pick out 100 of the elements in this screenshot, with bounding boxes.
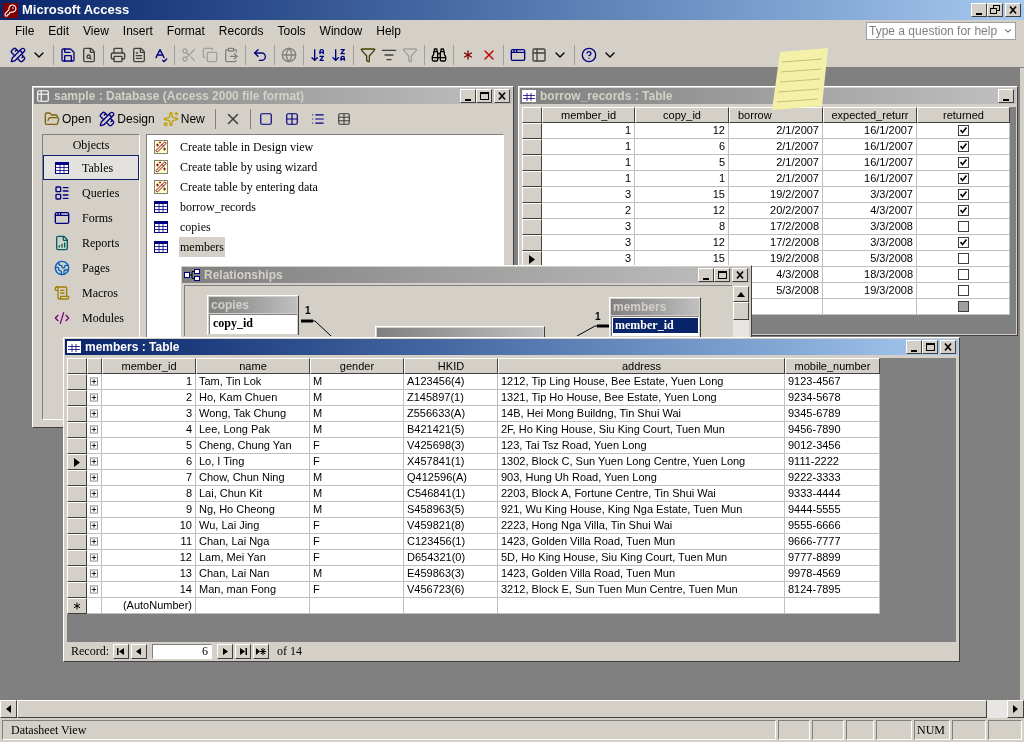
table-cell: B421421(5) <box>404 422 498 438</box>
object-type-item[interactable]: Tables <box>43 155 139 180</box>
table-cell: 9444-5555 <box>785 502 880 518</box>
join-label: 1 <box>305 305 311 317</box>
table-cell: Q412596(A) <box>404 470 498 486</box>
column-header[interactable]: name <box>196 358 310 374</box>
column-header[interactable]: HKID <box>404 358 498 374</box>
help-search-field[interactable]: Type a question for help <box>866 22 1016 40</box>
column-header[interactable]: address <box>498 358 785 374</box>
table-cell: 12 <box>635 235 729 251</box>
menu-item[interactable]: Edit <box>41 22 77 40</box>
table-cell: 1 <box>542 139 635 155</box>
menu-item[interactable]: Window <box>312 22 370 40</box>
table-cell: 1 <box>542 171 635 187</box>
toolbar-button[interactable]: Open <box>42 110 94 128</box>
menu-item[interactable]: Insert <box>115 22 160 40</box>
table-cell: 5/3/2008 <box>823 251 917 267</box>
list-item[interactable]: Create table by using wizard <box>179 157 319 177</box>
object-type-item[interactable]: Macros <box>43 280 139 305</box>
table-box[interactable]: copies copy_id <box>207 295 299 335</box>
table-cell: Wu, Lai Jing <box>196 518 310 534</box>
column-header[interactable]: gender <box>310 358 404 374</box>
toolbar-button[interactable]: New <box>160 110 207 128</box>
table-cell: 8124-7895 <box>785 582 880 598</box>
object-type-item[interactable]: Pages <box>43 255 139 280</box>
table-cell: Z145897(1) <box>404 390 498 406</box>
record-number-field[interactable]: 6 <box>152 643 212 659</box>
table-cell: 5 <box>102 438 196 454</box>
table-cell: X457841(1) <box>404 454 498 470</box>
table-cell: M <box>310 566 404 582</box>
table-cell: 16/1/2007 <box>823 155 917 171</box>
list-item[interactable]: copies <box>179 217 212 237</box>
table-cell: Lam, Mei Yan <box>196 550 310 566</box>
table-cell: M <box>310 390 404 406</box>
status-indicator: NUM <box>914 720 950 740</box>
table-cell: 20/2/2007 <box>729 203 823 219</box>
window-title: borrow_records : Table <box>540 88 673 104</box>
menu-item[interactable]: Records <box>211 22 271 40</box>
table-cell: M <box>310 422 404 438</box>
column-header[interactable]: expected_returr <box>823 107 917 123</box>
menu-item[interactable]: File <box>8 22 42 40</box>
column-header[interactable]: borrow <box>729 107 823 123</box>
table-cell: 2 <box>102 390 196 406</box>
column-header[interactable]: member_id <box>102 358 196 374</box>
list-item[interactable]: members <box>179 237 225 257</box>
menu-item[interactable]: View <box>76 22 116 40</box>
table-cell: 123, Tai Tsz Road, Yuen Long <box>498 438 785 454</box>
table-cell: 9111-2222 <box>785 454 880 470</box>
toolbar-button[interactable]: Design <box>97 110 157 128</box>
table-cell: 12 <box>635 123 729 139</box>
object-type-item[interactable]: Forms <box>43 205 139 230</box>
table-cell: Chow, Chun Ning <box>196 470 310 486</box>
table-cell: 1 <box>635 171 729 187</box>
list-item[interactable]: Create table by entering data <box>179 177 319 197</box>
table-cell: Lo, I Ting <box>196 454 310 470</box>
join-label: 1 <box>595 311 601 323</box>
column-header[interactable]: member_id <box>542 107 635 123</box>
table-cell: F <box>310 582 404 598</box>
table-cell: 5 <box>635 155 729 171</box>
table-cell: Lai, Chun Kit <box>196 486 310 502</box>
table-cell: 5D, Ho King House, Siu King Court, Tuen Mun <box>498 550 785 566</box>
table-cell: V425698(3) <box>404 438 498 454</box>
table-cell: Lee, Long Pak <box>196 422 310 438</box>
table-cell: 3/3/2007 <box>823 187 917 203</box>
menu-item[interactable]: Format <box>159 22 212 40</box>
table-cell: M <box>310 502 404 518</box>
table-cell: 1 <box>542 155 635 171</box>
table-cell: M <box>310 486 404 502</box>
table-cell: 3 <box>542 235 635 251</box>
table-cell: 1423, Golden Villa Road, Tuen Mun <box>498 566 785 582</box>
menu-item[interactable]: Tools <box>270 22 313 40</box>
table-box[interactable]: members member_id <box>609 297 701 337</box>
table-cell: F <box>310 534 404 550</box>
table-cell: E459863(3) <box>404 566 498 582</box>
column-header[interactable]: copy_id <box>635 107 729 123</box>
table-cell: 9012-3456 <box>785 438 880 454</box>
table-cell: C546841(1) <box>404 486 498 502</box>
object-type-item[interactable]: Reports <box>43 230 139 255</box>
table-cell: A123456(4) <box>404 374 498 390</box>
table-cell: 12 <box>635 203 729 219</box>
table-cell: 9345-6789 <box>785 406 880 422</box>
list-item[interactable]: borrow_records <box>179 197 257 217</box>
table-cell: 8 <box>102 486 196 502</box>
table-cell: D654321(0) <box>404 550 498 566</box>
column-header[interactable]: mobile_number <box>785 358 880 374</box>
table-cell: 19/2/2007 <box>729 187 823 203</box>
column-header[interactable]: returned <box>917 107 1010 123</box>
table-cell: 2/1/2007 <box>729 123 823 139</box>
list-item[interactable]: Create table in Design view <box>179 137 315 157</box>
table-cell: Ho, Kam Chuen <box>196 390 310 406</box>
field-item[interactable]: member_id <box>613 318 698 333</box>
table-cell: 2223, Hong Nga Villa, Tin Shui Wai <box>498 518 785 534</box>
table-cell: S458963(5) <box>404 502 498 518</box>
object-type-item[interactable]: Queries <box>43 180 139 205</box>
object-type-item[interactable]: Modules <box>43 305 139 330</box>
menu-item[interactable]: Help <box>369 22 408 40</box>
table-cell: 1 <box>542 123 635 139</box>
objects-header: Objects <box>71 137 111 154</box>
table-cell: M <box>310 470 404 486</box>
table-cell: 12 <box>102 550 196 566</box>
